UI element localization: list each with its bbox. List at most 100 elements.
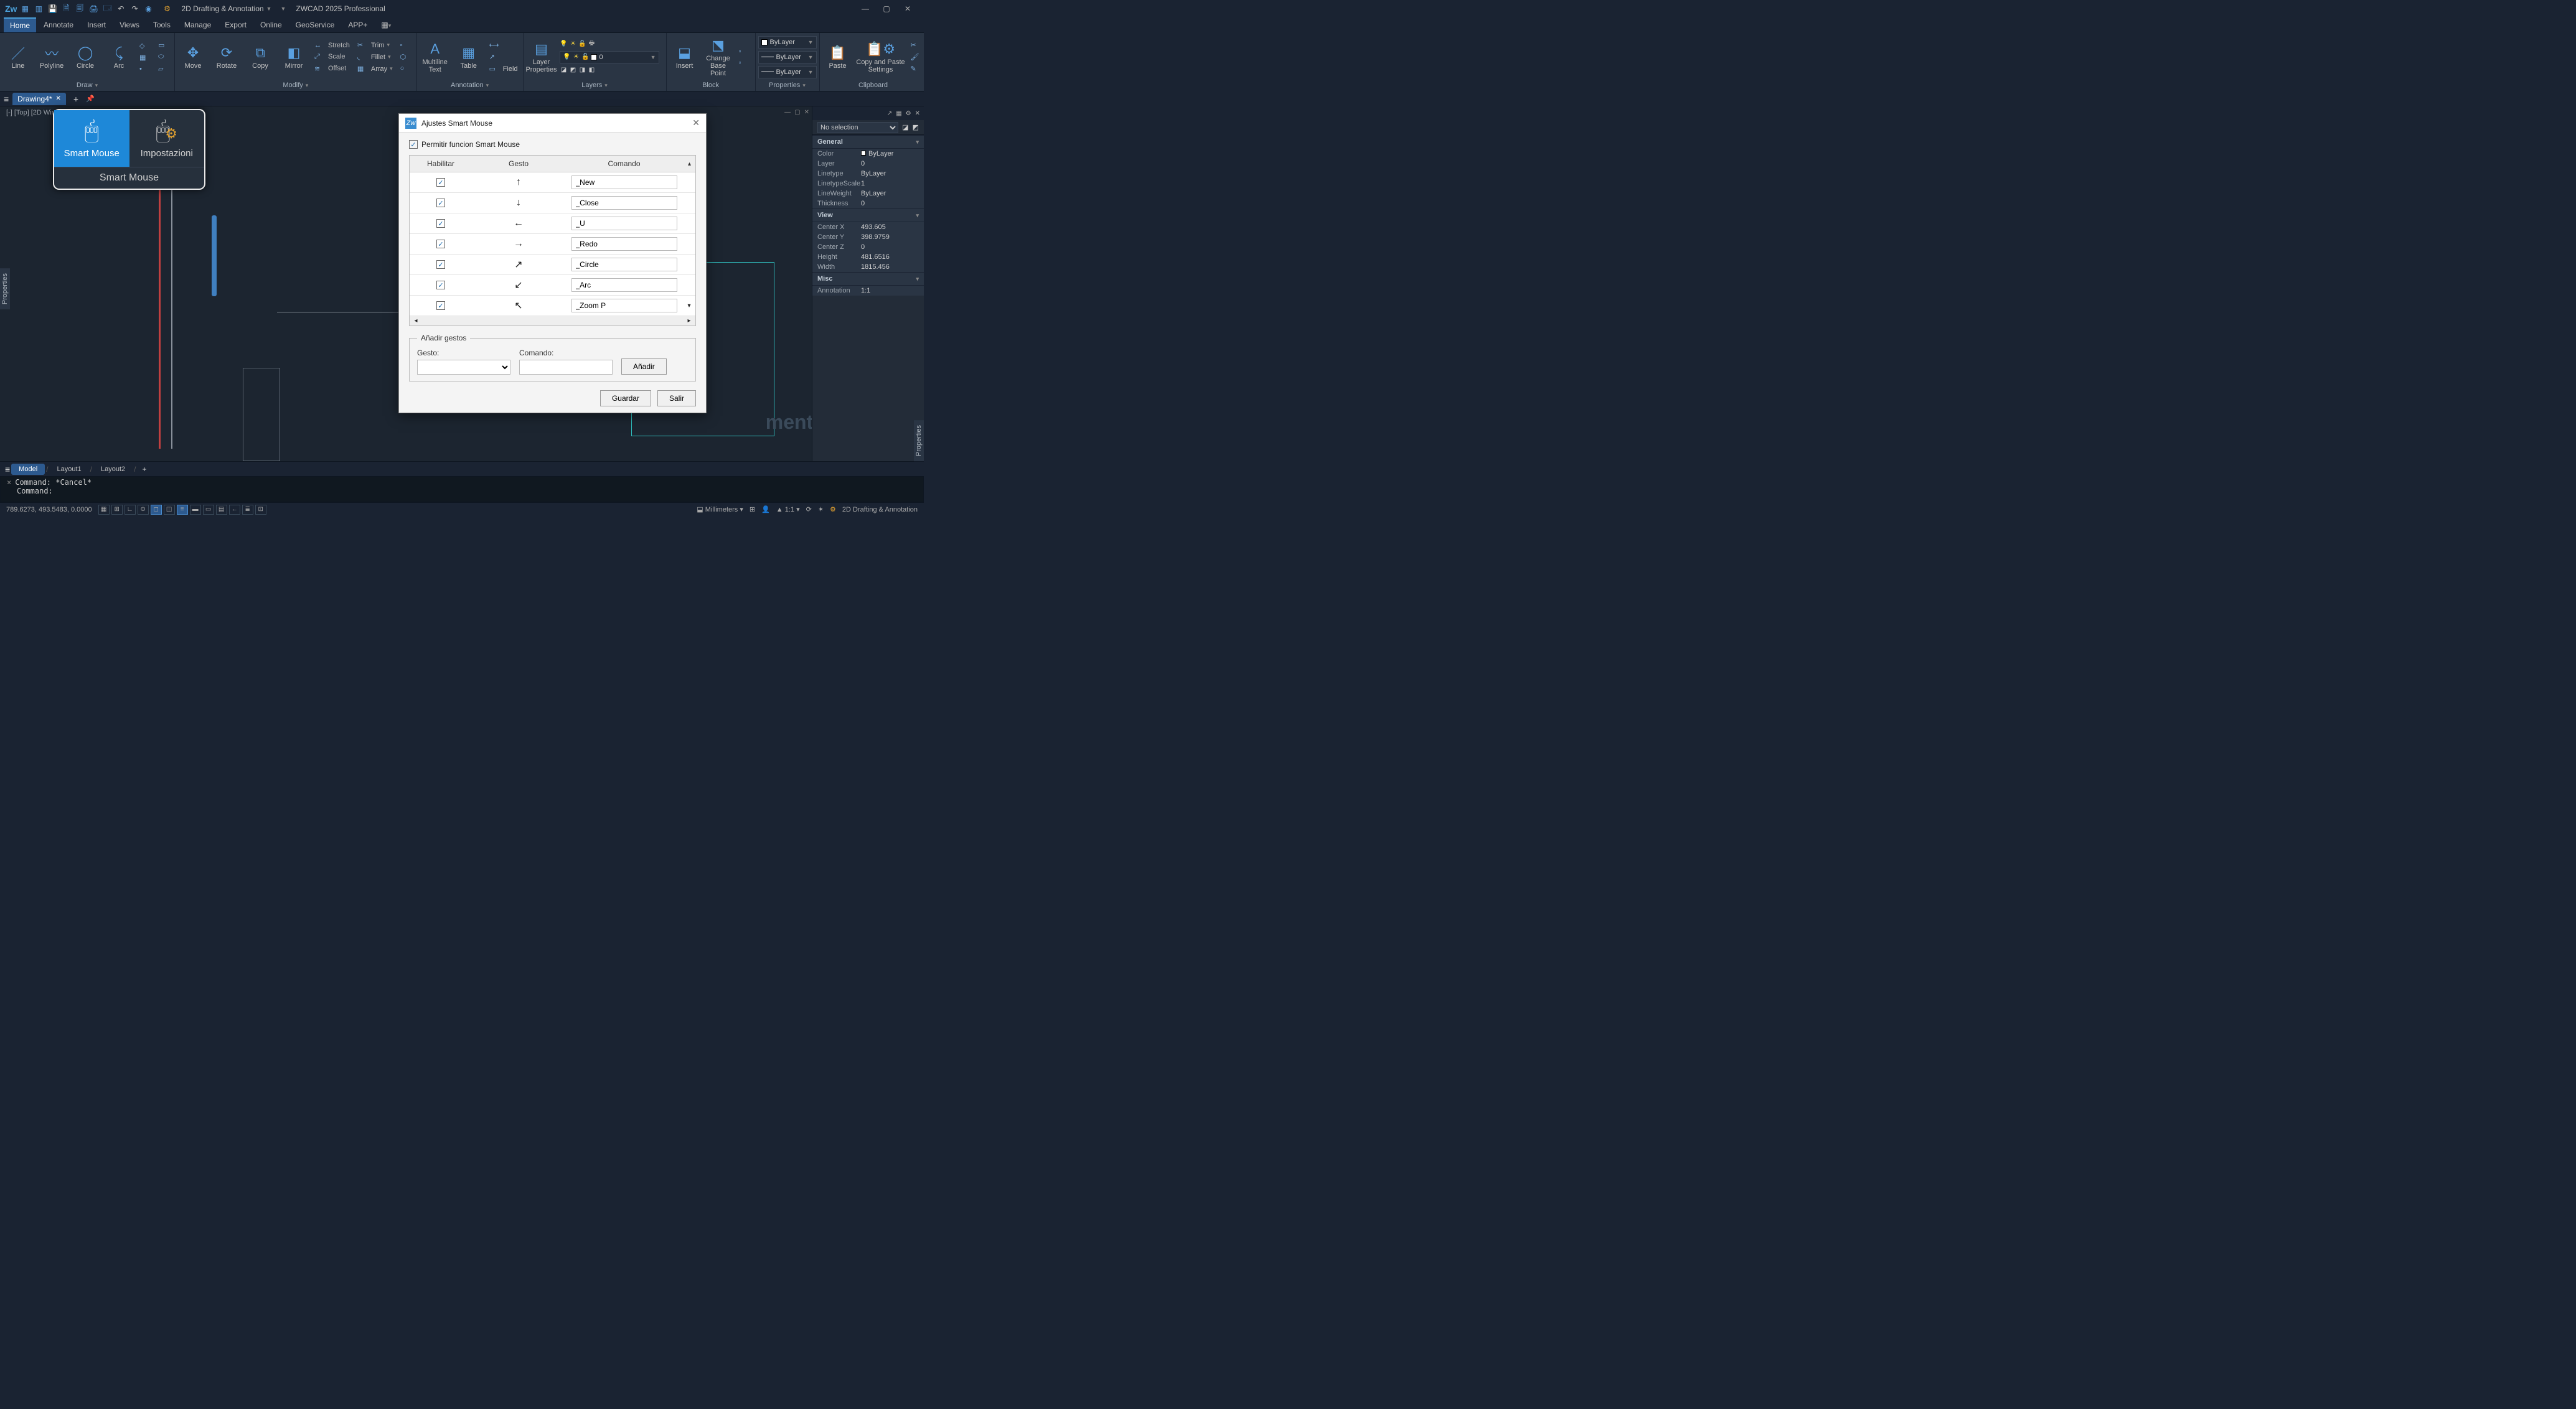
gesture-command-input[interactable] [571, 176, 677, 189]
layout-menu-icon[interactable]: ≡ [5, 464, 10, 474]
canvas-maximize-icon[interactable]: ▢ [794, 109, 800, 116]
layer-plot-icon[interactable]: 🖶 [588, 40, 596, 49]
menu-insert[interactable]: Insert [81, 18, 112, 32]
tool-misc-3[interactable]: • [137, 64, 153, 74]
canvas-minimize-icon[interactable]: — [784, 109, 791, 116]
row-enable-checkbox[interactable]: ✓ [436, 301, 445, 310]
tool-line[interactable]: ／Line [2, 44, 34, 71]
qat-undo-icon[interactable]: ↶ [115, 3, 126, 14]
props-filter-icon[interactable]: ▦ [896, 110, 901, 117]
workspace-selector[interactable]: 2D Drafting & Annotation ▼ [177, 3, 275, 14]
menu-manage[interactable]: Manage [178, 18, 217, 32]
tool-misc-6[interactable]: ▱ [156, 63, 172, 74]
section-header[interactable]: View▾ [812, 208, 924, 222]
scroll-up-icon[interactable]: ▴ [683, 157, 695, 171]
tool-stretch[interactable]: ↔Stretch [312, 40, 352, 50]
add-gesture-button[interactable]: Añadir [621, 358, 667, 375]
menu-views[interactable]: Views [113, 18, 146, 32]
dyn-toggle[interactable]: ▬ [190, 505, 201, 515]
smart-mouse-settings-button[interactable]: 🖱⚙ Impostazioni [129, 110, 205, 167]
row-enable-checkbox[interactable]: ✓ [436, 281, 445, 289]
menu-export[interactable]: Export [219, 18, 253, 32]
tool-offset[interactable]: ≋Offset [312, 63, 352, 74]
qat-redo-icon[interactable]: ↷ [129, 3, 140, 14]
gesture-command-input[interactable] [571, 196, 677, 210]
workspace-gear-icon[interactable]: ⚙ [161, 3, 172, 14]
tool-clip-b[interactable]: 🖌 [908, 52, 924, 62]
ortho-toggle[interactable]: ∟ [125, 505, 136, 515]
props-pick-icon[interactable]: ↗ [887, 110, 892, 117]
annoscale-readout[interactable]: ▲ 1:1 ▾ [776, 505, 800, 513]
layer-on-icon[interactable]: 💡 [560, 40, 568, 49]
sr-icon-d[interactable]: ✶ [818, 505, 824, 513]
polar-toggle[interactable]: ⊙ [138, 505, 149, 515]
maximize-button[interactable]: ▢ [879, 2, 894, 15]
tool-move[interactable]: ✥Move [177, 44, 209, 71]
gesture-command-input[interactable] [571, 278, 677, 292]
props-gear-icon[interactable]: ⚙ [906, 110, 911, 117]
save-button[interactable]: Guardar [600, 390, 651, 406]
smart-mouse-button[interactable]: 🖱 Smart Mouse [54, 110, 129, 167]
canvas-close-icon[interactable]: ✕ [804, 109, 809, 116]
units-readout[interactable]: ⬓ Millimeters ▾ [697, 505, 743, 513]
workspace-status[interactable]: 2D Drafting & Annotation [842, 506, 918, 513]
layer-tool-a-icon[interactable]: ◪ [560, 66, 568, 75]
qat-saveas-icon[interactable]: 🗎 [60, 3, 72, 14]
lwt-toggle[interactable]: ≡ [177, 505, 188, 515]
tool-changebp[interactable]: ⬔Change Base Point [703, 36, 734, 78]
props-close-icon[interactable]: ✕ [915, 110, 920, 117]
row-enable-checkbox[interactable]: ✓ [436, 178, 445, 187]
chevron-down-icon[interactable]: ▾ [802, 82, 806, 89]
cmd-close-icon[interactable]: × [7, 478, 11, 487]
tool-mirror[interactable]: ◧Mirror [278, 44, 309, 71]
tool-block-a[interactable]: ▫ [736, 47, 753, 57]
layout1-tab[interactable]: Layout1 [49, 464, 88, 475]
tool-clip-c[interactable]: ✎ [908, 63, 924, 74]
model-tab[interactable]: Model [11, 464, 45, 475]
osnap-toggle[interactable]: ◻ [151, 505, 162, 515]
chevron-down-icon[interactable]: ▾ [306, 82, 309, 89]
section-header[interactable]: General▾ [812, 135, 924, 149]
dialog-close-icon[interactable]: ✕ [692, 118, 700, 128]
tool-misc-5[interactable]: ⬭ [156, 52, 172, 62]
doc-menu-icon[interactable]: ≡ [4, 94, 9, 104]
linetype-dropdown[interactable]: ByLayer▼ [758, 66, 817, 78]
chevron-down-icon[interactable]: ▾ [486, 82, 489, 89]
gesto-select[interactable] [417, 360, 510, 375]
layer-lock-icon[interactable]: 🔓 [578, 40, 587, 49]
tool-mod-b[interactable]: ⬡ [398, 52, 414, 62]
cycle-toggle[interactable]: ≣ [242, 505, 253, 515]
tool-misc-4[interactable]: ▭ [156, 40, 172, 50]
qat-new-icon[interactable]: ▦ [19, 3, 31, 14]
sr-icon-b[interactable]: 👤 [761, 505, 770, 513]
properties-side-tab[interactable]: Properties [0, 268, 10, 309]
properties-bottom-tab[interactable]: Properties [914, 420, 924, 461]
selection-dropdown[interactable]: No selection [817, 122, 898, 133]
qat-open-icon[interactable]: ▥ [33, 3, 44, 14]
dialog-titlebar[interactable]: Zw Ajustes Smart Mouse ✕ [399, 114, 706, 133]
tool-scale[interactable]: ⤢Scale [312, 52, 352, 62]
document-tab[interactable]: Drawing4* ✕ [12, 93, 66, 105]
command-window[interactable]: ×Command: *Cancel* Command: [0, 476, 924, 502]
tool-polyline[interactable]: 〰Polyline [36, 44, 67, 71]
sr-gear-icon[interactable]: ⚙ [830, 505, 836, 513]
layer-tool-icons[interactable]: ◪ ◩ ◨ ◧ [560, 66, 659, 75]
menu-geoservice[interactable]: GeoService [289, 18, 341, 32]
chevron-down-icon[interactable]: ▾ [604, 82, 608, 89]
tool-rotate[interactable]: ⟳Rotate [211, 44, 242, 71]
menu-annotate[interactable]: Annotate [37, 18, 80, 32]
snap-toggle[interactable]: ▦ [98, 505, 110, 515]
anno-mon-toggle[interactable]: ⊡ [255, 505, 266, 515]
menu-app[interactable]: APP+ [342, 18, 374, 32]
tool-cut[interactable]: ✂ [908, 40, 924, 50]
enable-smart-mouse-checkbox[interactable]: ✓ Permitir funcion Smart Mouse [409, 140, 696, 149]
gesture-command-input[interactable] [571, 217, 677, 230]
comando-input[interactable] [519, 360, 613, 375]
qat-plot-icon[interactable]: 🗐 [74, 3, 85, 14]
horizontal-scrollbar[interactable] [422, 316, 683, 325]
color-dropdown[interactable]: ByLayer▼ [758, 36, 817, 49]
chevron-down-icon[interactable]: ▾ [95, 82, 98, 89]
model-toggle[interactable]: ▭ [203, 505, 214, 515]
row-enable-checkbox[interactable]: ✓ [436, 260, 445, 269]
layer-tool-d-icon[interactable]: ◧ [588, 66, 596, 75]
